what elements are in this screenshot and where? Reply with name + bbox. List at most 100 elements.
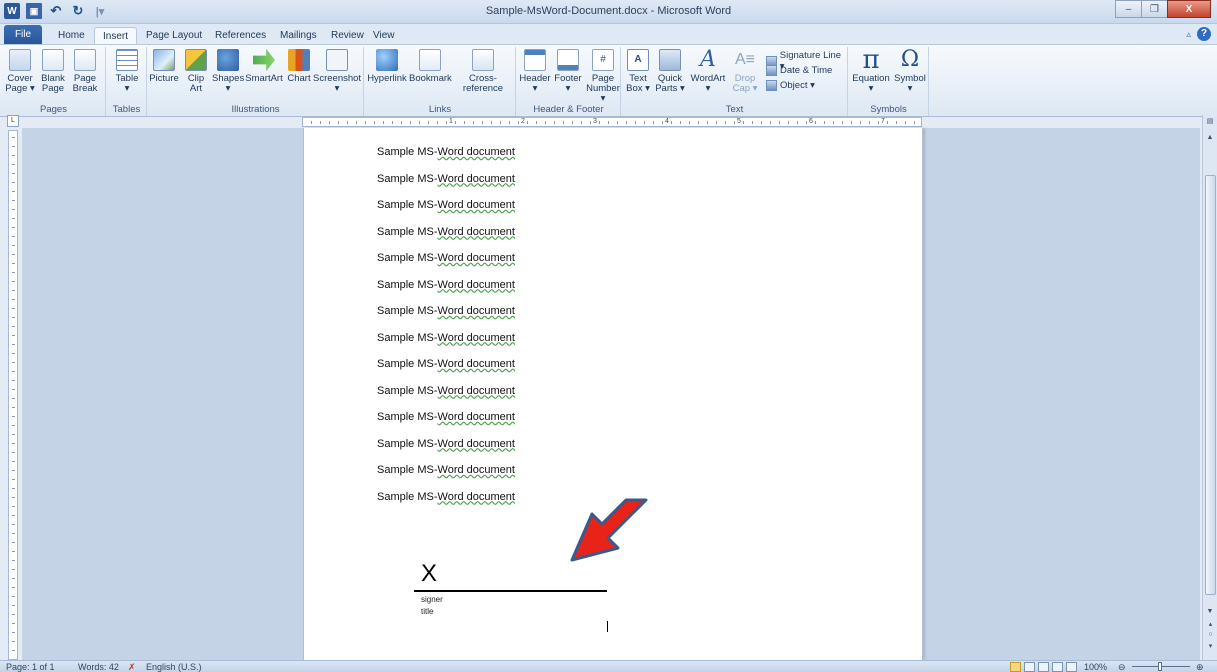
scroll-down-arrow[interactable]: ▼ — [1203, 605, 1217, 619]
chart-button[interactable]: Chart — [286, 49, 312, 84]
line-prefix-text: Sample MS- — [377, 358, 438, 370]
table-button[interactable]: Table ▾ — [111, 49, 143, 94]
group-label-symbols: Symbols — [870, 104, 907, 115]
line-squiggle-text: Word document — [437, 490, 515, 503]
document-line[interactable]: Sample MS-Word document — [377, 173, 515, 185]
group-links: Hyperlink Bookmark Cross-reference Links — [365, 47, 516, 116]
previous-page-icon[interactable]: ▴ — [1205, 620, 1216, 630]
page-break-button[interactable]: Page Break — [70, 49, 100, 94]
footer-button[interactable]: Footer ▾ — [552, 49, 584, 94]
line-prefix-text: Sample MS- — [377, 172, 438, 185]
hyperlink-button[interactable]: Hyperlink — [366, 49, 408, 84]
blank-page-button[interactable]: Blank Page — [38, 49, 68, 94]
vertical-scrollbar[interactable]: ▤ ▲ ▼ ▴ ○ ▾ — [1202, 115, 1217, 660]
minimize-ribbon-icon[interactable]: ▵ — [1186, 29, 1191, 40]
picture-button[interactable]: Picture — [148, 49, 180, 84]
line-squiggle-text: Word document — [437, 464, 515, 476]
object-button[interactable]: Object ▾ — [766, 80, 815, 91]
document-line[interactable]: Sample MS-Word document — [377, 332, 515, 344]
page-break-icon — [74, 49, 96, 71]
zoom-in-icon[interactable]: ⊕ — [1196, 661, 1204, 672]
minimize-button[interactable]: – — [1115, 0, 1142, 18]
header-button[interactable]: Header ▾ — [519, 49, 551, 94]
language[interactable]: English (U.S.) — [146, 661, 202, 672]
signature-line[interactable] — [414, 590, 607, 592]
tab-page-layout[interactable]: Page Layout — [138, 27, 210, 45]
line-prefix-text: Sample MS- — [377, 464, 438, 476]
document-line[interactable]: Sample MS-Word document — [377, 146, 515, 158]
tab-references[interactable]: References — [207, 27, 274, 45]
document-line[interactable]: Sample MS-Word document — [377, 438, 515, 450]
window-title: Sample-MsWord-Document.docx - Microsoft … — [485, 5, 732, 17]
ribbon-tabs: File Home Insert Page Layout References … — [0, 24, 1217, 45]
print-layout-view-icon[interactable] — [1010, 662, 1021, 672]
group-label-links: Links — [428, 104, 452, 115]
group-illustrations: Picture Clip Art Shapes ▾ SmartArt Chart… — [148, 47, 364, 116]
tab-home[interactable]: Home — [50, 27, 93, 45]
draft-view-icon[interactable] — [1066, 662, 1077, 672]
quick-parts-button[interactable]: Quick Parts ▾ — [654, 49, 686, 94]
document-page[interactable]: Sample MS-Word document Sample MS-Word do… — [303, 128, 923, 660]
outline-view-icon[interactable] — [1052, 662, 1063, 672]
symbol-button[interactable]: Ω Symbol ▾ — [893, 49, 927, 94]
clip-art-icon — [185, 49, 207, 71]
tab-insert[interactable]: Insert — [94, 27, 138, 45]
cover-page-button[interactable]: Cover Page ▾ — [4, 49, 36, 94]
document-line[interactable]: Sample MS-Word document — [377, 491, 515, 503]
smartart-icon — [253, 49, 275, 71]
word-count[interactable]: Words: 42 — [78, 661, 119, 672]
scrollbar-thumb[interactable] — [1205, 175, 1216, 595]
horizontal-ruler[interactable]: 1 2 3 4 5 6 7 — [302, 117, 922, 127]
tab-mailings[interactable]: Mailings — [272, 27, 325, 45]
cover-page-icon — [9, 49, 31, 71]
drop-cap-button[interactable]: A≡ Drop Cap ▾ — [730, 49, 760, 94]
screenshot-button[interactable]: Screenshot ▾ — [313, 49, 361, 94]
document-line[interactable]: Sample MS-Word document — [377, 279, 515, 291]
drop-cap-icon: A≡ — [734, 51, 755, 68]
web-layout-view-icon[interactable] — [1038, 662, 1049, 672]
tab-view[interactable]: View — [365, 27, 403, 45]
cross-reference-button[interactable]: Cross-reference — [452, 49, 514, 94]
select-browse-object-icon[interactable]: ○ — [1205, 631, 1216, 641]
zoom-out-icon[interactable]: ⊖ — [1118, 661, 1126, 672]
close-button[interactable]: X — [1167, 0, 1211, 18]
page-count[interactable]: Page: 1 of 1 — [6, 661, 55, 672]
clip-art-button[interactable]: Clip Art — [184, 49, 208, 94]
shapes-button[interactable]: Shapes ▾ — [212, 49, 244, 94]
full-screen-reading-view-icon[interactable] — [1024, 662, 1035, 672]
text-box-button[interactable]: A Text Box ▾ — [624, 49, 652, 94]
proofing-icon[interactable]: ✗ — [128, 661, 136, 672]
wordart-button[interactable]: A WordArt ▾ — [688, 49, 728, 94]
document-line[interactable]: Sample MS-Word document — [377, 199, 515, 211]
document-line[interactable]: Sample MS-Word document — [377, 411, 515, 423]
document-line[interactable]: Sample MS-Word document — [377, 226, 515, 238]
line-squiggle-text: Word document — [437, 384, 515, 397]
page-number-button[interactable]: # Page Number ▾ — [585, 49, 621, 104]
restore-button[interactable]: ❐ — [1141, 0, 1168, 18]
document-line[interactable]: Sample MS-Word document — [377, 305, 515, 317]
document-line[interactable]: Sample MS-Word document — [377, 358, 515, 370]
status-bar: Page: 1 of 1 Words: 42 ✗ English (U.S.) … — [0, 660, 1217, 672]
date-time-button[interactable]: Date & Time — [766, 65, 832, 76]
vertical-ruler[interactable] — [8, 130, 18, 660]
scroll-up-arrow[interactable]: ▲ — [1203, 131, 1217, 145]
screenshot-icon — [326, 49, 348, 71]
tab-selector-button[interactable]: L — [7, 115, 19, 127]
ruler-number: 2 — [521, 118, 525, 125]
ruler-view-icon[interactable]: ▤ — [1203, 115, 1217, 129]
title-bar: W ▣ ↶ ↻ |▾ Sample-MsWord-Document.docx -… — [0, 0, 1217, 24]
tab-file[interactable]: File — [4, 25, 42, 44]
document-line[interactable]: Sample MS-Word document — [377, 385, 515, 397]
ruler-number: 6 — [809, 118, 813, 125]
help-icon[interactable]: ? — [1197, 27, 1211, 41]
bookmark-button[interactable]: Bookmark — [409, 49, 452, 84]
document-line[interactable]: Sample MS-Word document — [377, 464, 515, 476]
zoom-level[interactable]: 100% — [1084, 661, 1107, 672]
text-cursor — [607, 621, 608, 632]
document-line[interactable]: Sample MS-Word document — [377, 252, 515, 264]
next-page-icon[interactable]: ▾ — [1205, 642, 1216, 652]
smartart-button[interactable]: SmartArt — [244, 49, 284, 84]
zoom-slider-thumb[interactable] — [1158, 662, 1162, 671]
word-window: W ▣ ↶ ↻ |▾ Sample-MsWord-Document.docx -… — [0, 0, 1217, 672]
equation-button[interactable]: π Equation ▾ — [851, 47, 891, 94]
